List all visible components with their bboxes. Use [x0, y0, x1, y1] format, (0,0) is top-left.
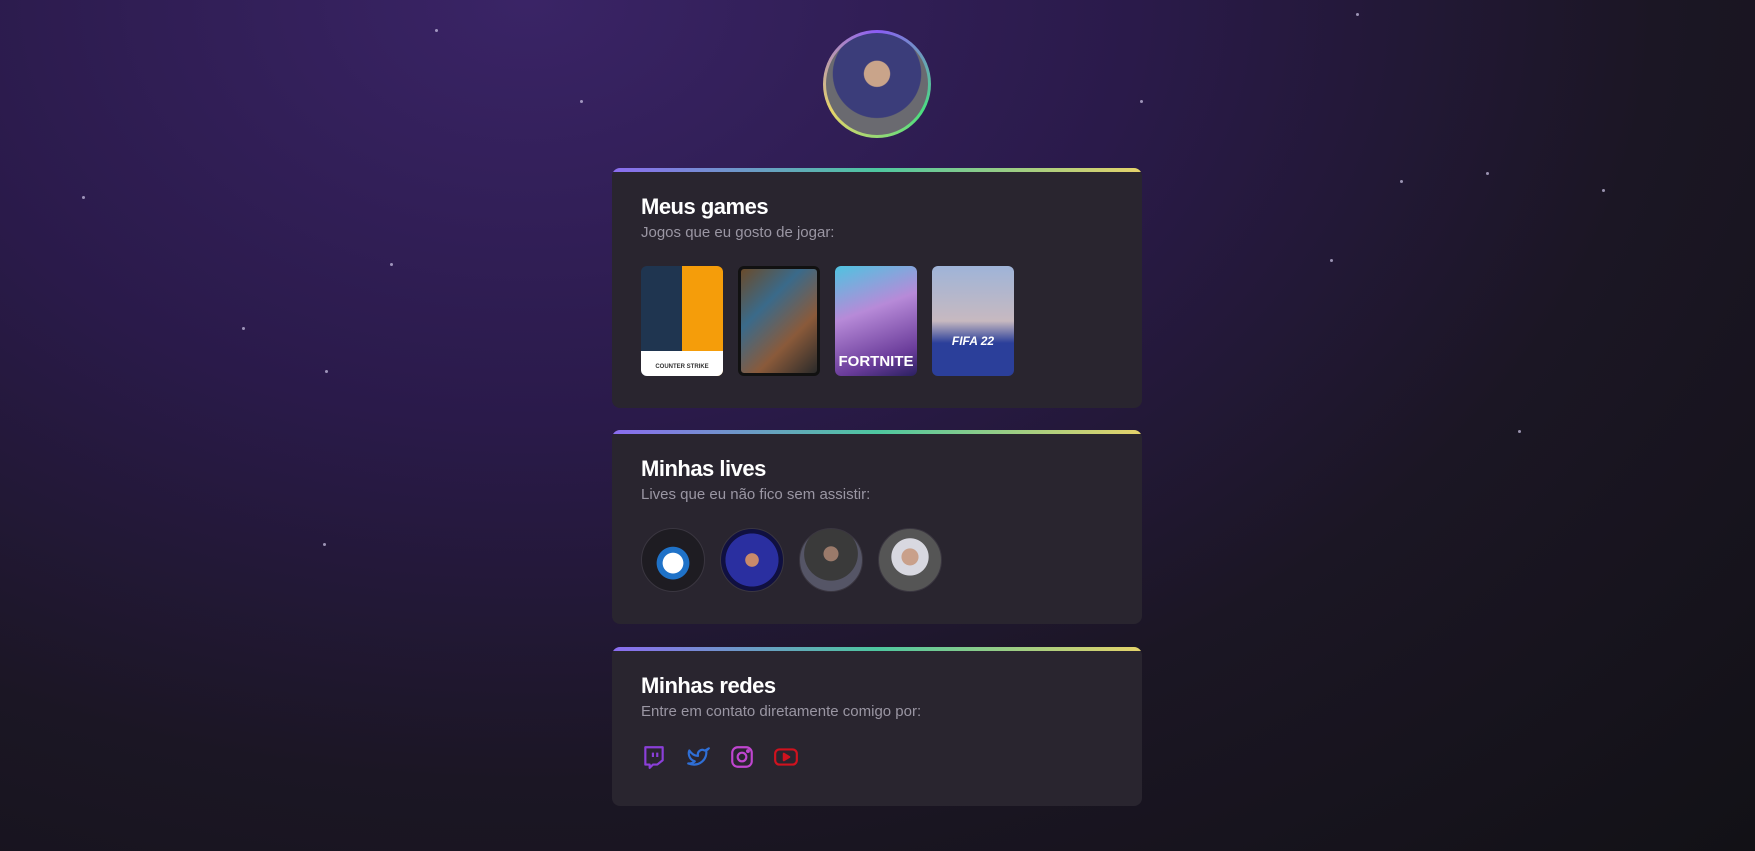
live-channel-1[interactable] — [641, 528, 705, 592]
twitter-icon[interactable] — [685, 744, 711, 770]
game-fifa-22[interactable]: FIFA 22 — [932, 266, 1014, 376]
social-card: Minhas redes Entre em contato diretament… — [612, 647, 1142, 806]
lives-subtitle: Lives que eu não fico sem assistir: — [641, 486, 871, 503]
live-channel-3[interactable] — [799, 528, 863, 592]
game-counter-strike[interactable]: COUNTER STRIKE — [641, 266, 723, 376]
live-channel-2[interactable] — [720, 528, 784, 592]
lives-title: Minhas lives — [641, 456, 766, 481]
instagram-icon[interactable] — [729, 744, 755, 770]
games-title: Meus games — [641, 194, 769, 219]
twitch-icon[interactable] — [641, 744, 667, 770]
avatar-image — [826, 33, 928, 135]
lives-card: Minhas lives Lives que eu não fico sem a… — [612, 430, 1142, 624]
social-subtitle: Entre em contato diretamente comigo por: — [641, 703, 922, 720]
game-fortnite[interactable]: FORTNITE — [835, 266, 917, 376]
profile-avatar — [823, 30, 931, 138]
games-card: Meus games Jogos que eu gosto de jogar: … — [612, 168, 1142, 408]
live-channel-4[interactable] — [878, 528, 942, 592]
youtube-icon[interactable] — [773, 744, 799, 770]
games-subtitle: Jogos que eu gosto de jogar: — [641, 224, 835, 241]
social-title: Minhas redes — [641, 673, 776, 698]
game-gta-v[interactable] — [738, 266, 820, 376]
